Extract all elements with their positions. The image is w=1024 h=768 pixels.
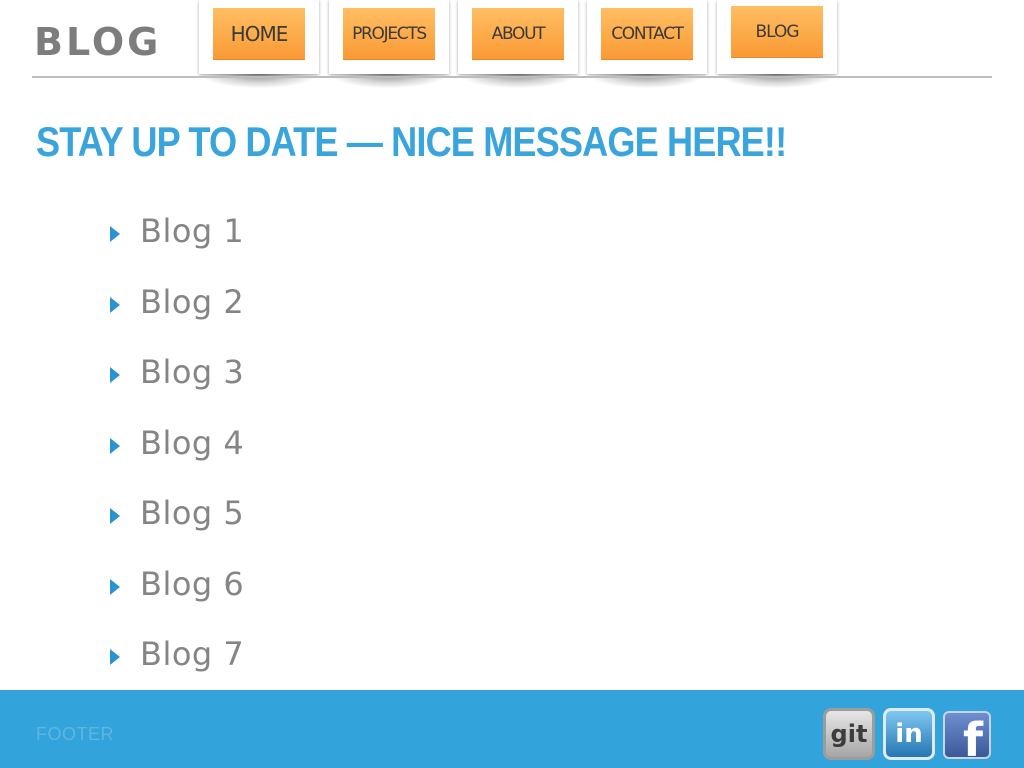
nav-card-blog: BLOG (717, 0, 837, 88)
nav-blog-button[interactable]: BLOG (731, 6, 823, 58)
blog-link[interactable]: Blog 3 (140, 353, 244, 391)
blog-list-item[interactable]: Blog 7 (110, 619, 244, 690)
facebook-glyph: f (962, 713, 983, 759)
blog-link[interactable]: Blog 1 (140, 212, 244, 250)
footer-text: FOOTER (36, 724, 114, 744)
footer: FOOTER git in f (0, 690, 1024, 768)
triangle-right-icon (110, 296, 120, 313)
main-nav: HOME PROJECTS ABOUT CONTACT BLOG (199, 0, 839, 100)
blog-list-item[interactable]: Blog 4 (110, 408, 244, 479)
nav-card-contact: CONTACT (587, 0, 707, 88)
blog-list-item[interactable]: Blog 1 (110, 196, 244, 267)
site-logo: BLOG (34, 20, 162, 64)
nav-card-projects: PROJECTS (329, 0, 449, 88)
nav-home-button[interactable]: HOME (213, 8, 305, 60)
page-headline: STAY UP TO DATE — NICE MESSAGE HERE!! (36, 118, 787, 165)
header-divider (32, 76, 992, 78)
blog-link[interactable]: Blog 2 (140, 283, 244, 321)
nav-contact-button[interactable]: CONTACT (601, 8, 693, 60)
linkedin-icon[interactable]: in (883, 708, 935, 760)
triangle-right-icon (110, 367, 120, 384)
triangle-right-icon (110, 578, 120, 595)
nav-about-button[interactable]: ABOUT (472, 8, 564, 60)
blog-link[interactable]: Blog 6 (140, 565, 244, 603)
triangle-right-icon (110, 226, 120, 243)
git-icon[interactable]: git (823, 708, 875, 760)
nav-card-about: ABOUT (458, 0, 578, 88)
blog-link[interactable]: Blog 5 (140, 494, 244, 532)
blog-list-item[interactable]: Blog 6 (110, 549, 244, 620)
blog-list: Blog 1 Blog 2 Blog 3 Blog 4 Blog 5 Blog … (110, 196, 244, 690)
triangle-right-icon (110, 437, 120, 454)
facebook-icon[interactable]: f (943, 711, 991, 759)
nav-projects-button[interactable]: PROJECTS (343, 8, 435, 60)
triangle-right-icon (110, 649, 120, 666)
blog-link[interactable]: Blog 4 (140, 424, 244, 462)
nav-card-home: HOME (199, 0, 319, 88)
blog-link[interactable]: Blog 7 (140, 635, 244, 673)
blog-list-item[interactable]: Blog 5 (110, 478, 244, 549)
blog-list-item[interactable]: Blog 2 (110, 267, 244, 338)
blog-list-item[interactable]: Blog 3 (110, 337, 244, 408)
triangle-right-icon (110, 508, 120, 525)
